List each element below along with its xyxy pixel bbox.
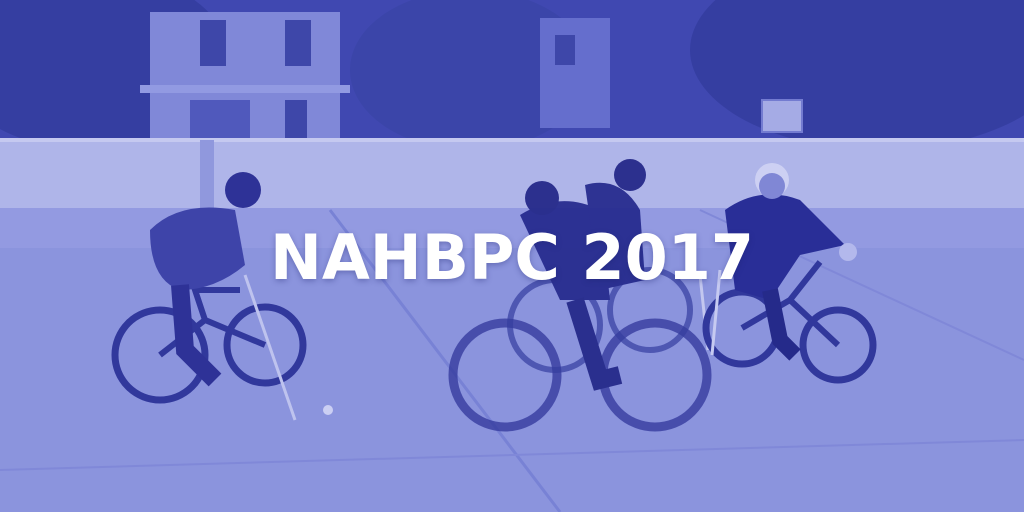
hero-photo: NAHBPC 2017	[0, 0, 1024, 512]
event-title: NAHBPC 2017	[269, 221, 755, 294]
